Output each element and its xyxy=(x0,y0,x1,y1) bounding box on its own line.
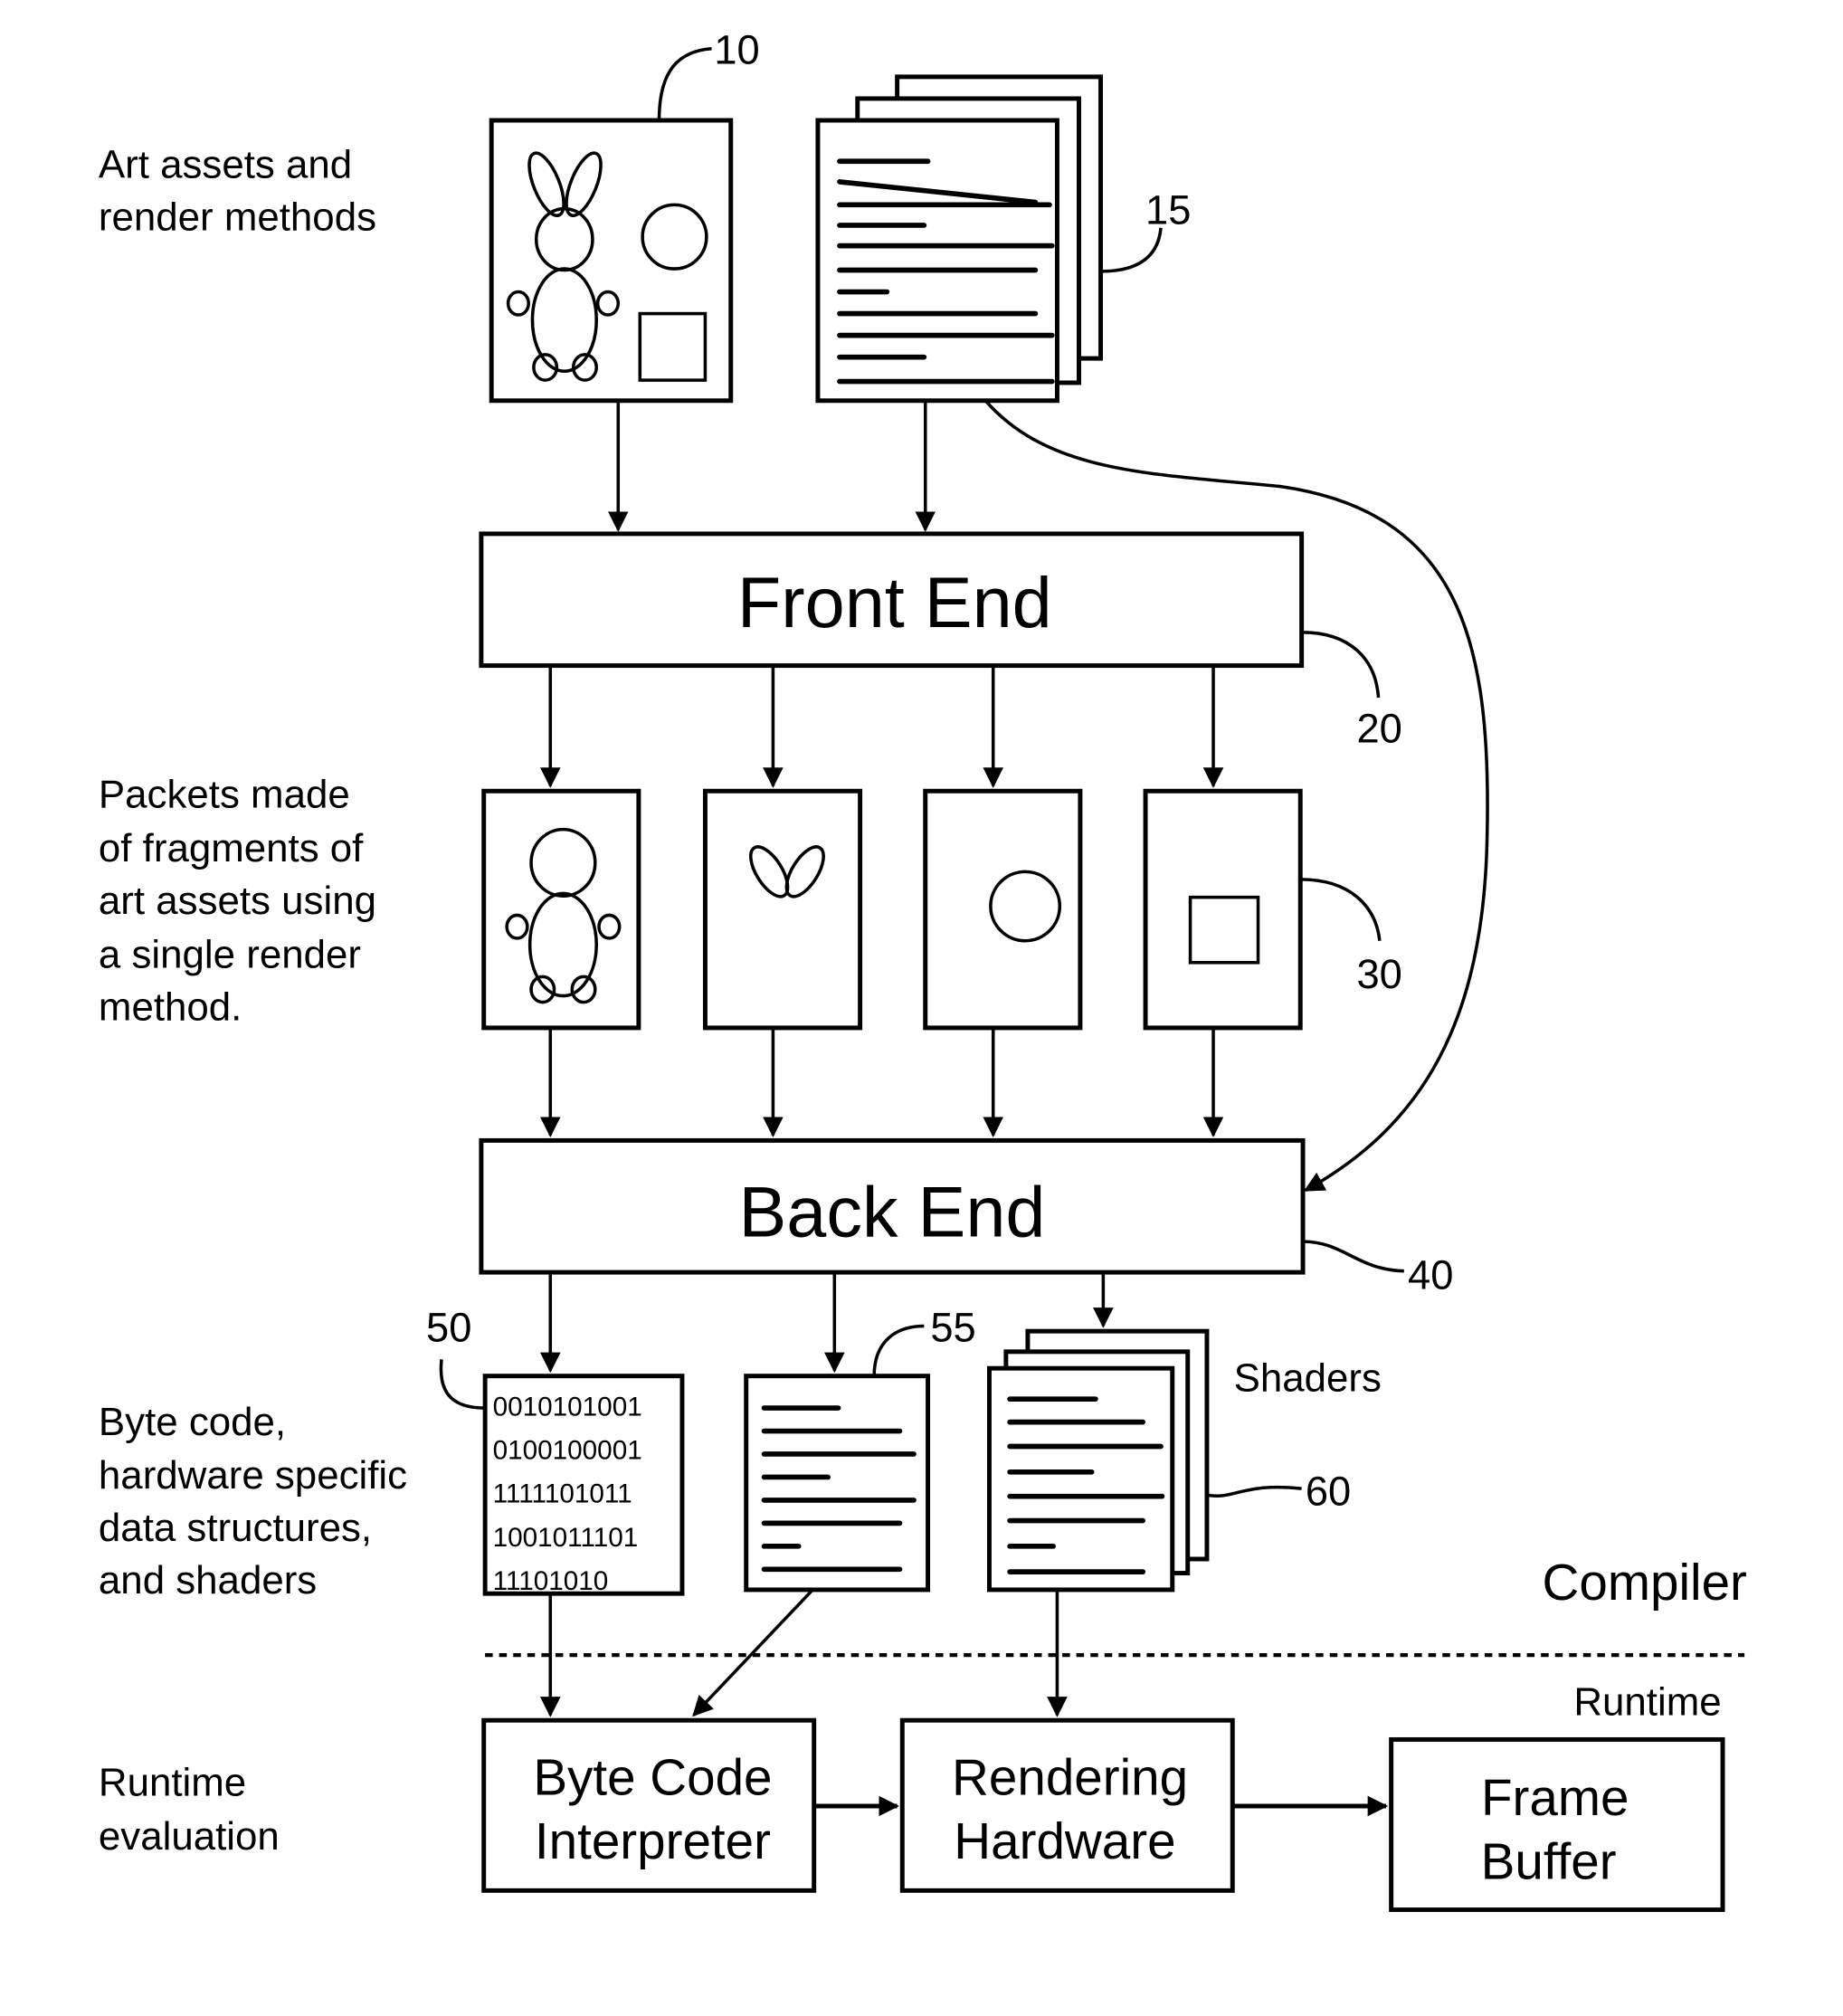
frame-buffer-block: Frame Buffer xyxy=(1389,1736,1725,1913)
label-line: of fragments of xyxy=(99,826,364,870)
back-end-label: Back End xyxy=(738,1172,1045,1252)
label-line: data structures, xyxy=(99,1506,372,1550)
front-end-block: Front End xyxy=(479,531,1305,669)
ref-50: 50 xyxy=(426,1304,471,1350)
label-line: evaluation xyxy=(99,1814,280,1859)
block-label-line: Byte Code xyxy=(533,1748,772,1805)
byte-code-line: 1111101011 xyxy=(493,1479,632,1509)
block-label-line: Frame xyxy=(1481,1769,1629,1826)
label-line: Packets made xyxy=(99,773,350,817)
byte-code-line: 11101010 xyxy=(493,1566,609,1596)
label-line: and shaders xyxy=(99,1558,317,1602)
label-line: art assets using xyxy=(99,879,376,923)
patent-diagram: Art assets and render methods Packets ma… xyxy=(99,27,1747,1913)
ref-10: 10 xyxy=(714,27,759,73)
label-line: render methods xyxy=(99,195,376,240)
back-end-block: Back End xyxy=(479,1137,1306,1275)
block-label-line: Rendering xyxy=(952,1748,1188,1805)
ref-20: 20 xyxy=(1356,705,1401,751)
label-line: Art assets and xyxy=(99,143,352,187)
label-line: hardware specific xyxy=(99,1453,407,1498)
shaders-label: Shaders xyxy=(1234,1356,1382,1401)
byte-code-interpreter-block: Byte Code Interpreter xyxy=(481,1717,817,1893)
byte-code-line: 0100100001 xyxy=(493,1436,642,1466)
packet-circle xyxy=(923,788,1083,1031)
label-line: method. xyxy=(99,984,242,1029)
data-structures-sheet xyxy=(744,1374,931,1593)
label-line: Byte code, xyxy=(99,1400,286,1444)
byte-code-line: 1001011101 xyxy=(493,1523,639,1553)
ref-30: 30 xyxy=(1356,951,1401,997)
label-line: Runtime xyxy=(99,1761,246,1805)
label-art-assets: Art assets and render methods xyxy=(99,143,376,240)
label-byte-code: Byte code, hardware specific data struct… xyxy=(99,1400,407,1602)
render-methods-stack xyxy=(815,74,1104,404)
rendering-hardware-block: Rendering Hardware xyxy=(899,1717,1235,1893)
label-runtime-evaluation: Runtime evaluation xyxy=(99,1761,280,1859)
label-line: a single render xyxy=(99,932,361,976)
packet-bunny-body xyxy=(481,788,641,1031)
ref-15: 15 xyxy=(1145,187,1191,233)
block-label-line: Interpreter xyxy=(535,1812,771,1869)
shaders-stack xyxy=(986,1328,1210,1593)
packet-ears xyxy=(702,788,863,1031)
byte-code-line: 0010101001 xyxy=(493,1393,642,1422)
art-asset-sheet xyxy=(489,118,734,404)
block-label-line: Buffer xyxy=(1481,1833,1617,1890)
runtime-label: Runtime xyxy=(1573,1680,1721,1725)
packet-square xyxy=(1143,788,1303,1031)
ref-55: 55 xyxy=(930,1304,975,1350)
block-label-line: Hardware xyxy=(954,1812,1175,1869)
byte-code-sheet: 0010101001 0100100001 1111101011 1001011… xyxy=(482,1374,685,1596)
label-packets: Packets made of fragments of art assets … xyxy=(99,773,376,1030)
ref-60: 60 xyxy=(1306,1469,1351,1515)
front-end-label: Front End xyxy=(737,562,1052,642)
ref-40: 40 xyxy=(1408,1252,1453,1298)
compiler-label: Compiler xyxy=(1543,1554,1747,1611)
